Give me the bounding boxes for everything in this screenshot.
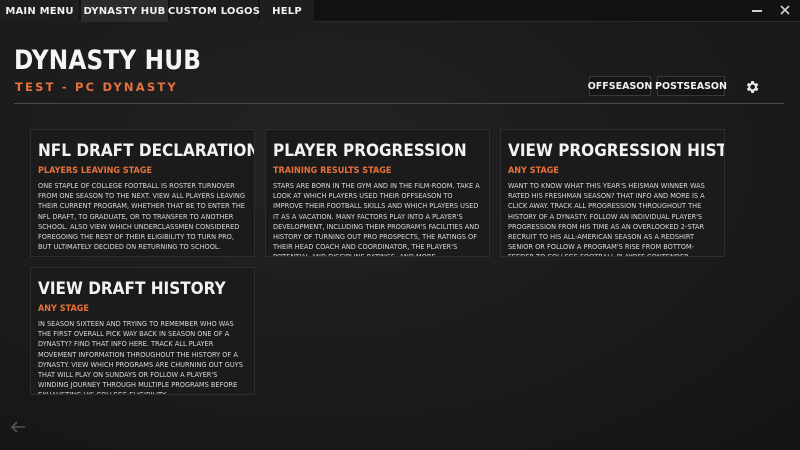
top-nav-bar: MAIN MENU DYNASTY HUB CUSTOM LOGOS HELP	[0, 0, 800, 22]
nav-custom-logos[interactable]: CUSTOM LOGOS	[168, 0, 260, 22]
card-description: Stars are born in the gym and in the fil…	[273, 182, 480, 256]
card-stage: ANY STAGE	[38, 304, 89, 314]
close-icon[interactable]	[778, 2, 792, 18]
card-stage: TRAINING RESULTS STAGE	[273, 166, 392, 176]
minimize-icon[interactable]	[750, 2, 764, 18]
card-title: PLAYER PROGRESSION	[273, 141, 467, 161]
card-title: NFL DRAFT DECLARATION	[38, 141, 255, 161]
card-description: Want to know what this year's Heisman wi…	[508, 182, 705, 256]
card-stage: PLAYERS LEAVING STAGE	[38, 166, 153, 176]
card-stage: ANY STAGE	[508, 166, 559, 176]
postseason-button[interactable]: POSTSEASON	[655, 76, 727, 96]
gear-icon[interactable]	[744, 79, 760, 95]
dynasty-name: TEST - PC DYNASTY	[15, 80, 178, 94]
nav-dynasty-hub[interactable]: DYNASTY HUB	[81, 0, 168, 22]
back-arrow-icon[interactable]	[10, 420, 26, 434]
page-title: DYNASTY HUB	[14, 45, 202, 76]
header-divider	[14, 103, 784, 104]
window-controls	[750, 2, 792, 18]
card-nfl-draft-declaration[interactable]: NFL DRAFT DECLARATION PLAYERS LEAVING ST…	[30, 129, 255, 257]
offseason-button[interactable]: OFFSEASON	[588, 76, 652, 96]
card-title: VIEW DRAFT HISTORY	[38, 279, 226, 299]
nav-help[interactable]: HELP	[260, 0, 314, 22]
card-view-draft-history[interactable]: VIEW DRAFT HISTORY ANY STAGE In season s…	[30, 267, 255, 395]
card-player-progression[interactable]: PLAYER PROGRESSION TRAINING RESULTS STAG…	[265, 129, 490, 257]
card-description: In season sixteen and trying to remember…	[38, 320, 243, 394]
main-nav: MAIN MENU DYNASTY HUB CUSTOM LOGOS HELP	[0, 0, 316, 22]
card-view-progression-history[interactable]: VIEW PROGRESSION HISTORY ANY STAGE Want …	[500, 129, 725, 257]
card-title: VIEW PROGRESSION HISTORY	[508, 141, 724, 161]
dynasty-hub-screen: MAIN MENU DYNASTY HUB CUSTOM LOGOS HELP …	[0, 0, 800, 450]
card-description: One staple of college football is roster…	[38, 182, 245, 252]
nav-main-menu[interactable]: MAIN MENU	[0, 0, 79, 22]
